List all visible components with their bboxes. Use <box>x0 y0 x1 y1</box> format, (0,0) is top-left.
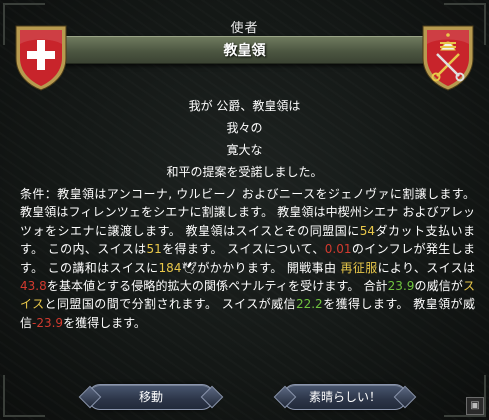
terms-text-segment: の威信が <box>414 279 463 294</box>
button-cap-left <box>78 385 102 409</box>
terms-value-green: 22.2 <box>295 297 323 312</box>
terms-value-green: 23.9 <box>387 279 415 294</box>
banner-country-name: 教皇領 <box>223 43 266 59</box>
dialog-title: 使者 <box>230 21 259 36</box>
terms-value-yellow: 再征服 <box>340 260 378 275</box>
button-cap-right <box>393 385 417 409</box>
frame-corner-bottom-left <box>3 375 45 417</box>
message-line: 和平の提案を受諾しました。 <box>166 165 323 179</box>
terms-value-red: 43.8 <box>20 279 47 294</box>
terms-text-segment: により、スイスは <box>377 260 475 275</box>
move-button-label: 移動 <box>138 390 163 404</box>
white-cross-shield-icon[interactable] <box>12 20 70 92</box>
terms-text-segment: 🕊 <box>181 260 198 275</box>
message-line: 我が 公爵、教皇領は <box>188 99 301 113</box>
button-cap-left <box>273 385 297 409</box>
dialog-options-icon[interactable]: ▣ <box>466 397 484 415</box>
terms-value-yellow: 54 <box>359 223 376 238</box>
terms-value-yellow: 184 <box>158 260 182 275</box>
terms-text-segment: と同盟国の間で分割されます。 スイスが威信 <box>44 297 296 312</box>
papal-keys-shield-icon[interactable] <box>419 20 477 92</box>
terms-value-yellow: 51 <box>146 242 162 257</box>
message-lines: 我が 公爵、教皇領は 我々の 寛大な 和平の提案を受諾しました。 <box>0 95 489 183</box>
terms-text-segment: を得ます。 スイスについて、 <box>161 242 325 257</box>
terms-text-segment: を獲得します。 <box>63 315 146 330</box>
button-cap-right <box>200 385 224 409</box>
message-line: 我々の <box>226 121 263 135</box>
terms-text-segment: がかかります。 開戦事由 <box>197 260 341 275</box>
move-button[interactable]: 移動 <box>78 384 224 410</box>
accept-button[interactable]: 素晴らしい！ <box>273 384 417 410</box>
terms-value-red: 0.01 <box>324 242 352 257</box>
terms-text-segment: を基本値とする侵略的拡大の関係ペナルティを受けます。 合計 <box>46 279 388 294</box>
terms-value-red: -23.9 <box>32 315 64 330</box>
accept-button-label: 素晴らしい！ <box>308 390 381 404</box>
message-line: 寛大な <box>226 143 263 157</box>
peace-accepted-dialog: 使者 教皇領 我が 公爵、教皇領は 我々の 寛大な 和平の提案を受諾しました。 … <box>0 0 489 420</box>
peace-terms-text: 条件：教皇領はアンコーナ, ウルビーノ およびニースをジェノヴァに割譲します。 … <box>20 185 475 332</box>
